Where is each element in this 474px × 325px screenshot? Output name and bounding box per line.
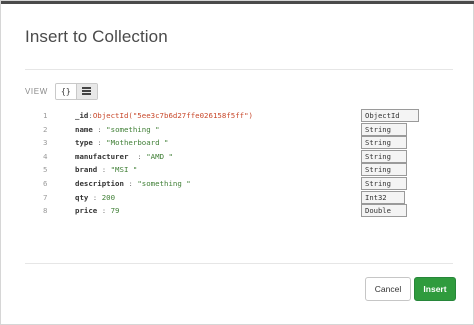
field-key[interactable]: _id <box>75 111 88 120</box>
field-value[interactable]: 200 <box>102 193 115 202</box>
field-key[interactable]: brand <box>75 165 97 174</box>
field-row[interactable]: 6 description : "something " String <box>25 176 425 191</box>
field-value[interactable]: "AMD " <box>146 152 173 161</box>
type-dropdown[interactable]: Int32 <box>361 190 405 204</box>
header-divider <box>25 69 453 70</box>
field-key[interactable]: description <box>75 179 124 188</box>
line-number: 1 <box>43 111 48 120</box>
line-number: 3 <box>43 138 48 148</box>
insert-dialog: Insert to Collection VIEW {} 1 _id:Objec… <box>0 0 474 325</box>
cancel-button[interactable]: Cancel <box>365 277 411 301</box>
view-mode-toggle: {} <box>54 82 98 100</box>
field-value[interactable]: "Motherboard " <box>106 138 168 147</box>
document-editor: 1 _id:ObjectId("5ee3c7b6d27ffe026158f5ff… <box>25 109 425 218</box>
type-dropdown[interactable]: String <box>361 176 407 190</box>
insert-button[interactable]: Insert <box>414 277 456 301</box>
field-key[interactable]: type <box>75 138 93 147</box>
field-row[interactable]: 8 price : 79 Double <box>25 204 425 218</box>
field-key[interactable]: name <box>75 125 93 134</box>
type-dropdown[interactable]: Double <box>361 204 407 218</box>
line-number: 8 <box>43 206 48 216</box>
list-view-button[interactable] <box>75 83 97 99</box>
dialog-title: Insert to Collection <box>25 27 168 46</box>
line-number: 4 <box>43 151 48 161</box>
line-number: 5 <box>43 165 48 175</box>
type-dropdown[interactable]: ObjectId <box>361 109 419 122</box>
field-row[interactable]: 7 qty : 200 Int32 <box>25 190 425 205</box>
line-number: 2 <box>43 124 48 134</box>
line-number: 6 <box>43 178 48 188</box>
view-toggle-row: VIEW {} <box>25 82 98 100</box>
json-view-button[interactable]: {} <box>55 83 76 99</box>
list-icon <box>82 87 92 95</box>
type-dropdown[interactable]: String <box>361 136 407 150</box>
field-row[interactable]: 1 _id:ObjectId("5ee3c7b6d27ffe026158f5ff… <box>25 109 425 123</box>
type-dropdown[interactable]: String <box>361 163 407 177</box>
type-dropdown[interactable]: String <box>361 149 407 163</box>
type-dropdown[interactable]: String <box>361 122 407 136</box>
field-value[interactable]: "MSI " <box>111 165 138 174</box>
field-row[interactable]: 4 manufacturer : "AMD " String <box>25 149 425 164</box>
field-row[interactable]: 3 type : "Motherboard " String <box>25 136 425 150</box>
field-row[interactable]: 5 brand : "MSI " String <box>25 163 425 177</box>
field-value[interactable]: "something " <box>137 179 190 188</box>
field-row[interactable]: 2 name : "something " String <box>25 122 425 137</box>
top-border <box>1 1 474 4</box>
field-key[interactable]: price <box>75 206 97 215</box>
field-value[interactable]: "something " <box>106 125 159 134</box>
view-label: VIEW <box>25 86 48 96</box>
field-value[interactable]: ObjectId("5ee3c7b6d27ffe026158f5ff") <box>93 111 253 120</box>
field-key[interactable]: qty <box>75 193 88 202</box>
line-number: 7 <box>43 192 48 202</box>
field-value[interactable]: 79 <box>111 206 120 215</box>
field-key[interactable]: manufacturer <box>75 152 128 161</box>
footer-divider <box>25 263 453 264</box>
